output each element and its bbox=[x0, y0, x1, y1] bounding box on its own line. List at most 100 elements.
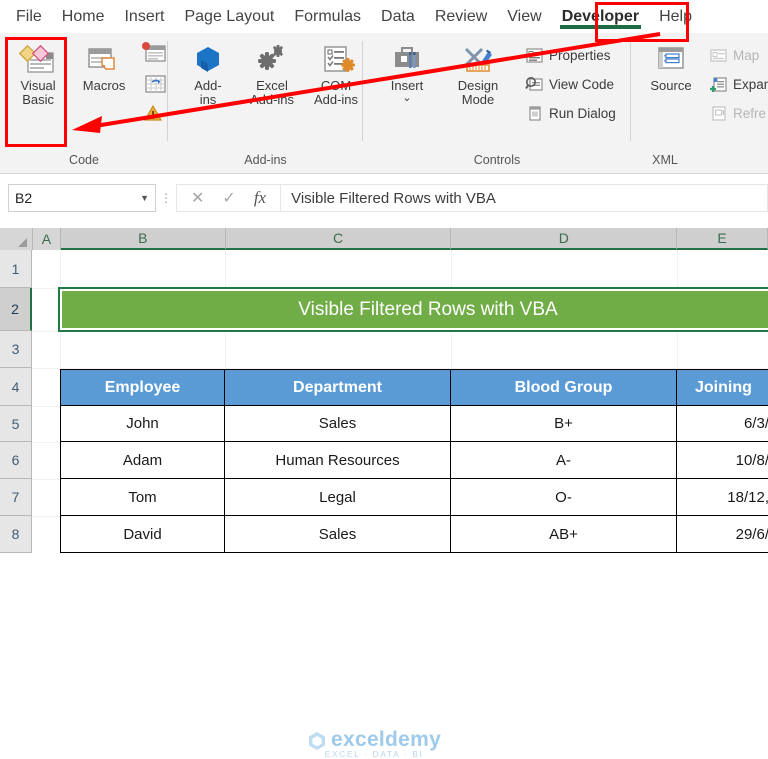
tab-formulas[interactable]: Formulas bbox=[284, 1, 371, 32]
tab-label: Page Layout bbox=[184, 7, 275, 25]
cell-department[interactable]: Human Resources bbox=[224, 441, 451, 479]
code-small-buttons bbox=[138, 41, 168, 128]
view-code-button[interactable]: View Code bbox=[521, 70, 620, 98]
expansion-packs-button[interactable]: Expan bbox=[705, 70, 768, 98]
column-header-a[interactable]: A bbox=[32, 228, 61, 250]
row-header-1[interactable]: 1 bbox=[0, 250, 32, 288]
cell-blood-group[interactable]: A- bbox=[450, 441, 677, 479]
column-header-c[interactable]: C bbox=[225, 228, 452, 250]
macros-label: Macros bbox=[82, 78, 126, 93]
watermark-tagline: EXCEL · DATA · BI bbox=[324, 749, 424, 759]
formula-bar-grip[interactable]: ⋮ bbox=[156, 192, 176, 204]
excel-addins-icon bbox=[253, 43, 291, 77]
table-header-employee[interactable]: Employee bbox=[60, 369, 225, 406]
formula-input[interactable]: Visible Filtered Rows with VBA bbox=[280, 184, 768, 212]
visual-basic-icon bbox=[19, 43, 57, 77]
watermark-name: exceldemy bbox=[331, 728, 442, 751]
cell-joining-date[interactable]: 10/8/ bbox=[676, 441, 768, 479]
tab-label: Data bbox=[381, 7, 415, 25]
controls-small-buttons: Properties View Code Run Dialog bbox=[521, 41, 620, 127]
row-header-5[interactable]: 5 bbox=[0, 406, 32, 442]
run-dialog-button[interactable]: Run Dialog bbox=[521, 99, 620, 127]
cell-blood-group[interactable]: O- bbox=[450, 478, 677, 516]
cell-department[interactable]: Sales bbox=[224, 515, 451, 553]
row-header-4[interactable]: 4 bbox=[0, 368, 32, 406]
tab-home[interactable]: Home bbox=[52, 1, 115, 32]
table-header-joining-date[interactable]: Joining bbox=[676, 369, 768, 406]
insert-control-button[interactable]: Insert ⌄ bbox=[373, 39, 441, 107]
cell-blood-group[interactable]: B+ bbox=[450, 405, 677, 442]
addins-button[interactable]: Add- ins bbox=[176, 39, 240, 109]
tab-active-underline bbox=[559, 25, 642, 29]
view-code-label: View Code bbox=[549, 76, 615, 92]
cell-department[interactable]: Legal bbox=[224, 478, 451, 516]
row-header-3[interactable]: 3 bbox=[0, 331, 32, 368]
cell-employee[interactable]: Tom bbox=[60, 478, 225, 516]
com-addins-icon bbox=[317, 43, 355, 77]
design-mode-label: Design Mode bbox=[457, 78, 499, 108]
row-header-8[interactable]: 8 bbox=[0, 516, 32, 553]
formula-bar-buttons: ✕ ✓ fx bbox=[176, 184, 281, 212]
column-header-e[interactable]: E bbox=[677, 228, 768, 250]
row-header-2[interactable]: 2 bbox=[0, 288, 32, 331]
group-label-controls: Controls bbox=[473, 153, 521, 167]
watermark: exceldemy EXCEL · DATA · BI bbox=[307, 728, 441, 759]
ribbon: Visual Basic Macros Code Add- ins Excel … bbox=[0, 33, 768, 174]
excel-addins-button[interactable]: Excel Add-ins bbox=[240, 39, 304, 109]
cell-joining-date[interactable]: 18/12, bbox=[676, 478, 768, 516]
column-header-b[interactable]: B bbox=[60, 228, 226, 250]
tab-page-layout[interactable]: Page Layout bbox=[174, 1, 284, 32]
cell-blood-group[interactable]: AB+ bbox=[450, 515, 677, 553]
excel-window: File Home Insert Page Layout Formulas Da… bbox=[0, 0, 768, 759]
tab-label: Review bbox=[434, 7, 488, 25]
tab-data[interactable]: Data bbox=[371, 1, 425, 32]
properties-label: Properties bbox=[549, 47, 611, 63]
map-properties-button[interactable]: Map bbox=[705, 41, 768, 69]
table-header-department[interactable]: Department bbox=[224, 369, 451, 406]
sheet-title-cell[interactable]: Visible Filtered Rows with VBA bbox=[58, 287, 768, 332]
name-box-value: B2 bbox=[15, 190, 33, 206]
cancel-icon[interactable]: ✕ bbox=[191, 188, 204, 208]
run-dialog-label: Run Dialog bbox=[549, 105, 616, 121]
gridline bbox=[32, 331, 768, 332]
cell-employee[interactable]: David bbox=[60, 515, 225, 553]
properties-icon bbox=[526, 47, 543, 63]
macros-icon bbox=[85, 43, 123, 77]
tab-insert[interactable]: Insert bbox=[114, 1, 174, 32]
design-mode-button[interactable]: Design Mode bbox=[441, 39, 515, 109]
cell-joining-date[interactable]: 6/3/ bbox=[676, 405, 768, 442]
tab-view[interactable]: View bbox=[497, 1, 551, 32]
excel-addins-label: Excel Add-ins bbox=[249, 78, 295, 108]
visual-basic-button[interactable]: Visual Basic bbox=[6, 39, 70, 109]
macros-button[interactable]: Macros bbox=[70, 39, 138, 95]
row-header-column: 1 2 3 4 5 6 7 8 bbox=[0, 250, 32, 553]
group-label-addins: Add-ins bbox=[244, 153, 287, 167]
cell-department[interactable]: Sales bbox=[224, 405, 451, 442]
source-button[interactable]: Source bbox=[639, 39, 703, 95]
row-header-6[interactable]: 6 bbox=[0, 442, 32, 479]
table-header-blood-group[interactable]: Blood Group bbox=[450, 369, 677, 406]
tab-review[interactable]: Review bbox=[425, 1, 497, 32]
refresh-data-button[interactable]: Refre bbox=[705, 99, 768, 127]
tab-file[interactable]: File bbox=[0, 1, 52, 32]
addins-label: Add- ins bbox=[194, 78, 222, 108]
insert-function-icon[interactable]: fx bbox=[254, 188, 266, 208]
row-header-7[interactable]: 7 bbox=[0, 479, 32, 516]
name-box[interactable]: B2 ▼ bbox=[8, 184, 156, 212]
enter-icon[interactable]: ✓ bbox=[222, 188, 235, 208]
cell-employee[interactable]: Adam bbox=[60, 441, 225, 479]
map-properties-icon bbox=[710, 48, 727, 62]
ribbon-group-xml: Source Map Expan Refre XML bbox=[631, 33, 768, 167]
cell-employee[interactable]: John bbox=[60, 405, 225, 442]
tab-developer[interactable]: Developer bbox=[552, 1, 649, 32]
macro-security-button[interactable] bbox=[138, 103, 168, 128]
cell-joining-date[interactable]: 29/6/ bbox=[676, 515, 768, 553]
properties-button[interactable]: Properties bbox=[521, 41, 620, 69]
tab-help[interactable]: Help bbox=[649, 1, 702, 32]
column-header-d[interactable]: D bbox=[451, 228, 678, 250]
record-macro-button[interactable] bbox=[138, 41, 168, 70]
select-all-corner[interactable] bbox=[0, 228, 33, 250]
use-relative-references-button[interactable] bbox=[138, 72, 168, 101]
com-addins-button[interactable]: COM Add-ins bbox=[304, 39, 368, 109]
ribbon-tab-strip: File Home Insert Page Layout Formulas Da… bbox=[0, 0, 768, 33]
